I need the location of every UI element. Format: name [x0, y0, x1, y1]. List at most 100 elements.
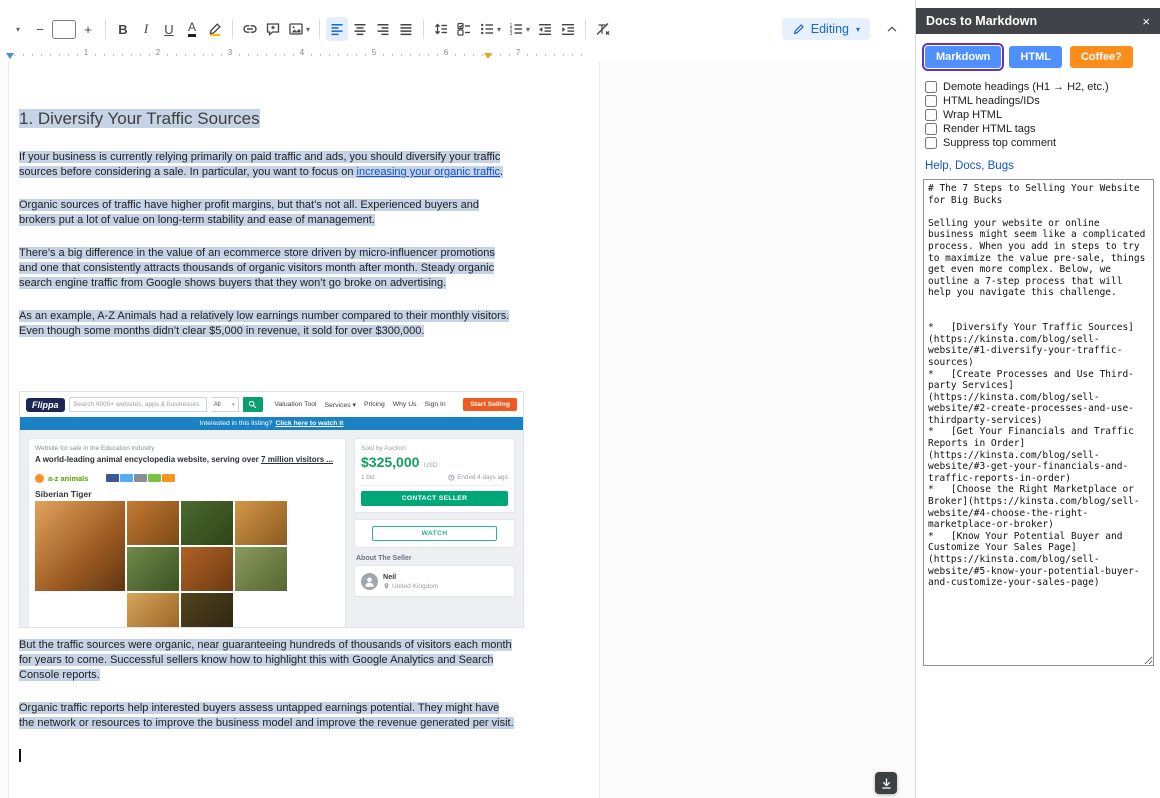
checkbox-row-wrap-html: Wrap HTML	[925, 109, 1153, 121]
whatsapp-icon	[148, 474, 161, 482]
chevron-down-icon: ▾	[526, 25, 530, 34]
doc-paragraph[interactable]: As an example, A-Z Animals had a relativ…	[19, 309, 515, 339]
doc-heading-text[interactable]: 1. Diversify Your Traffic Sources	[19, 109, 260, 128]
clear-formatting-button[interactable]	[592, 17, 614, 41]
html-headings-ids-checkbox[interactable]	[925, 95, 937, 107]
facebook-icon	[106, 474, 119, 482]
decrease-indent-icon	[537, 21, 553, 37]
doc-text[interactable]: .	[500, 166, 503, 178]
tiger-photo	[235, 547, 287, 591]
increase-indent-icon	[560, 21, 576, 37]
increase-indent-button[interactable]	[557, 17, 579, 41]
tiger-photo	[235, 501, 287, 545]
doc-paragraph[interactable]: Organic traffic reports help interested …	[19, 701, 515, 731]
tiger-photo-grid	[35, 501, 339, 628]
editor-area: ▾ − + B I U A ▾	[0, 0, 915, 798]
checklist-button[interactable]	[453, 17, 475, 41]
html-button[interactable]: HTML	[1009, 46, 1062, 68]
highlight-color-button[interactable]	[204, 17, 226, 41]
doc-text[interactable]: Organic sources of traffic have higher p…	[19, 199, 479, 226]
scroll-down-button[interactable]	[875, 772, 897, 794]
wrap-html-checkbox[interactable]	[925, 109, 937, 121]
flippa-nav: Valuation Tool Services ▾ Pricing Why Us…	[275, 401, 446, 409]
insert-link-button[interactable]	[239, 17, 261, 41]
comment-icon	[265, 21, 281, 37]
doc-text[interactable]: As an example, A-Z Animals had a relativ…	[19, 310, 509, 337]
tiger-photo	[181, 501, 233, 545]
chevron-down-icon: ▾	[497, 25, 501, 34]
align-center-button[interactable]	[349, 17, 371, 41]
text-color-button[interactable]: A	[181, 17, 203, 41]
toolbar-divider	[319, 19, 320, 39]
align-justify-button[interactable]	[395, 17, 417, 41]
flippa-nav-item: Why Us	[393, 401, 417, 409]
underline-button[interactable]: U	[158, 17, 180, 41]
markdown-output-textarea[interactable]: # The 7 Steps to Selling Your Website fo…	[923, 179, 1154, 666]
google-docs-app: ▾ − + B I U A ▾	[0, 0, 1160, 798]
coffee-button[interactable]: Coffee?	[1070, 46, 1133, 68]
insert-image-button[interactable]: ▾	[285, 17, 313, 41]
bid-count: 1 bid	[361, 474, 375, 481]
font-size-input[interactable]	[52, 20, 76, 39]
watch-button: WATCH	[372, 526, 497, 541]
editing-mode-button[interactable]: Editing ▾	[782, 18, 870, 40]
toolbar-more-chevron[interactable]: ▾	[6, 17, 28, 41]
line-spacing-button[interactable]	[430, 17, 452, 41]
demote-headings-checkbox[interactable]	[925, 81, 937, 93]
suppress-top-comment-checkbox[interactable]	[925, 137, 937, 149]
right-indent-marker[interactable]	[484, 53, 492, 59]
flippa-nav-item: Sign In	[425, 401, 446, 409]
convert-buttons: Markdown HTML Coffee?	[925, 46, 1153, 68]
close-icon[interactable]: ×	[1142, 14, 1150, 29]
svg-text:3: 3	[510, 31, 513, 37]
doc-paragraph[interactable]: If your business is currently relying pr…	[19, 150, 515, 180]
markdown-button[interactable]: Markdown	[925, 46, 1001, 68]
align-left-button[interactable]	[326, 17, 348, 41]
hide-menus-button[interactable]	[885, 22, 899, 36]
sidebar-header: Docs to Markdown ×	[916, 8, 1160, 34]
add-comment-button[interactable]	[262, 17, 284, 41]
left-indent-marker[interactable]	[6, 53, 14, 59]
toolbar-divider	[105, 19, 106, 39]
numbered-list-button[interactable]: 123 ▾	[505, 17, 533, 41]
twitter-icon	[120, 474, 133, 482]
chevron-down-icon: ▾	[16, 25, 20, 34]
ruler-number: 5	[369, 48, 379, 57]
checkbox-label: Demote headings (H1 → H2, etc.)	[943, 81, 1109, 93]
paw-logo-icon	[35, 474, 44, 483]
flippa-search-placeholder: Search 9000+ websites, apps & businesses	[74, 401, 200, 408]
flippa-screenshot-image[interactable]: Flippa Search 9000+ websites, apps & bus…	[19, 391, 524, 628]
render-html-tags-checkbox[interactable]	[925, 123, 937, 135]
doc-paragraph[interactable]: There’s a big difference in the value of…	[19, 246, 515, 291]
font-size-increase-button[interactable]: +	[77, 17, 99, 41]
seller-location: United Kingdom	[383, 582, 438, 590]
bold-button[interactable]: B	[112, 17, 134, 41]
doc-paragraph[interactable]: But the traffic sources were organic, ne…	[19, 638, 515, 683]
checkbox-row-suppress-top-comment: Suppress top comment	[925, 137, 1153, 149]
doc-text[interactable]: But the traffic sources were organic, ne…	[19, 639, 512, 681]
text-cursor	[19, 749, 21, 762]
doc-link-increasing-organic-traffic[interactable]: increasing your organic traffic	[357, 166, 500, 178]
decrease-indent-button[interactable]	[534, 17, 556, 41]
toolbar: ▾ − + B I U A ▾	[0, 0, 915, 46]
azanimals-logo-text: a-z animals	[48, 474, 88, 483]
checkbox-row-demote-headings: Demote headings (H1 → H2, etc.)	[925, 81, 1153, 93]
doc-text[interactable]: There’s a big difference in the value of…	[19, 247, 495, 289]
ruler-number: 3	[225, 48, 235, 57]
flippa-search-button	[243, 397, 263, 412]
document-page[interactable]: 1. Diversify Your Traffic Sources If you…	[8, 62, 600, 798]
flippa-logo: Flippa	[26, 398, 65, 412]
bulleted-list-button[interactable]: ▾	[476, 17, 504, 41]
link-icon	[242, 21, 258, 37]
flippa-filter-value: All	[214, 401, 221, 408]
ruler[interactable]: 1 2 3 4 5 6 7	[0, 46, 915, 62]
toolbar-divider	[585, 19, 586, 39]
doc-paragraph[interactable]: Organic sources of traffic have higher p…	[19, 198, 515, 228]
align-right-button[interactable]	[372, 17, 394, 41]
doc-heading[interactable]: 1. Diversify Your Traffic Sources	[19, 108, 515, 130]
doc-text[interactable]: Organic traffic reports help interested …	[19, 702, 514, 729]
help-docs-bugs-link[interactable]: Help, Docs, Bugs	[925, 160, 1014, 172]
flippa-header: Flippa Search 9000+ websites, apps & bus…	[20, 392, 523, 417]
italic-button[interactable]: I	[135, 17, 157, 41]
font-size-decrease-button[interactable]: −	[29, 17, 51, 41]
